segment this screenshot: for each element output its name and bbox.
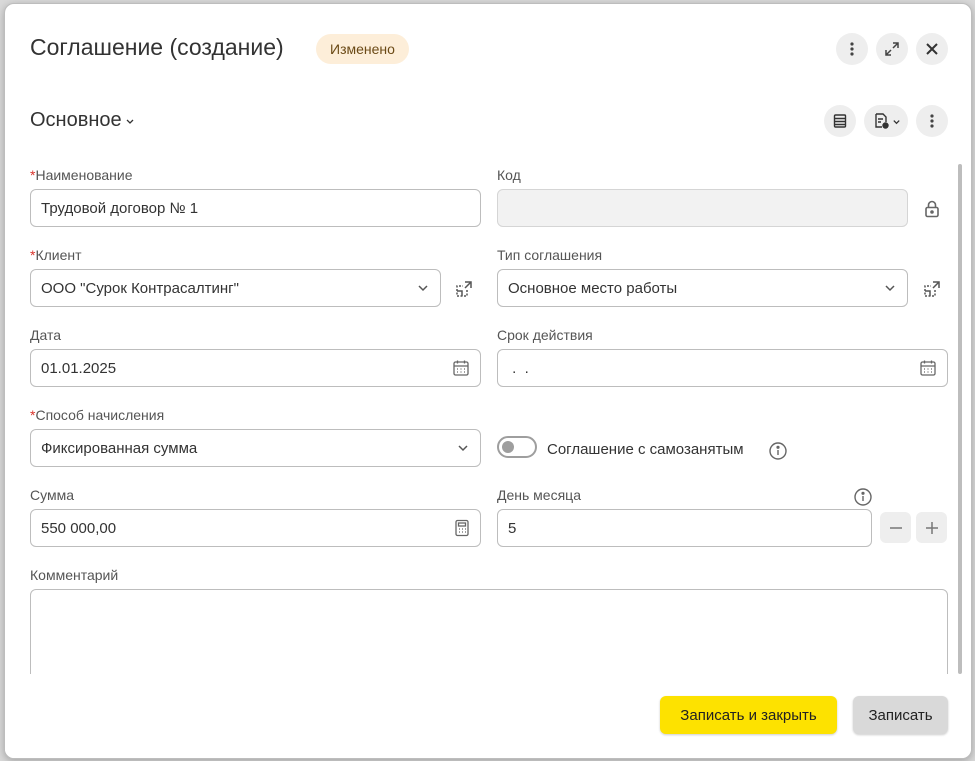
amount-label: Сумма (30, 487, 74, 503)
open-link-icon (456, 281, 472, 297)
chevron-down-icon (126, 119, 134, 124)
agreement-type-value: Основное место работы (508, 279, 678, 297)
save-and-close-button[interactable]: Записать и закрыть (660, 696, 837, 734)
date-input[interactable]: 01.01.2025 (30, 349, 481, 387)
self-employed-info-icon[interactable] (766, 439, 790, 463)
chevron-down-icon (416, 281, 430, 295)
dialog-window: Соглашение (создание) Изменено Основное … (4, 3, 972, 759)
plus-icon (925, 521, 938, 534)
day-of-month-info-icon[interactable] (851, 485, 875, 509)
section-more-button[interactable] (916, 105, 948, 137)
validity-label: Срок действия (497, 327, 593, 343)
report-icon (874, 113, 889, 129)
date-label: Дата (30, 327, 62, 343)
close-button[interactable] (916, 33, 948, 65)
close-icon (926, 43, 938, 55)
list-icon (833, 114, 847, 128)
more-vertical-icon (850, 42, 854, 56)
reports-dropdown-button[interactable] (864, 105, 908, 137)
calendar-icon[interactable] (452, 359, 470, 377)
validity-value: . . (508, 359, 529, 377)
toggle-knob (502, 441, 514, 453)
comment-label: Комментарий (30, 567, 119, 583)
code-field (497, 189, 908, 227)
decrement-button[interactable] (880, 512, 911, 543)
self-employed-toggle[interactable] (497, 436, 537, 458)
expand-icon (885, 42, 899, 56)
date-value: 01.01.2025 (41, 359, 117, 377)
amount-input[interactable]: 550 000,00 (30, 509, 481, 547)
validity-input[interactable]: . . (497, 349, 948, 387)
accrual-method-label: *Способ начисления (30, 407, 165, 423)
agreement-type-select[interactable]: Основное место работы (497, 269, 908, 307)
status-badge: Изменено (316, 34, 409, 64)
section-title: Основное (30, 109, 122, 131)
code-label: Код (497, 167, 521, 183)
day-of-month-input[interactable]: 5 (497, 509, 872, 547)
save-button[interactable]: Записать (853, 696, 948, 734)
lock-icon (920, 197, 944, 221)
chevron-down-icon (892, 119, 900, 124)
minus-icon (889, 526, 902, 529)
list-view-button[interactable] (824, 105, 856, 137)
name-field[interactable]: Трудовой договор № 1 (30, 189, 481, 227)
name-value: Трудовой договор № 1 (41, 199, 199, 217)
scrollbar[interactable] (958, 164, 962, 674)
day-of-month-value: 5 (508, 519, 517, 537)
more-vertical-icon (930, 114, 934, 128)
client-select[interactable]: ООО "Сурок Контрасалтинг" (30, 269, 441, 307)
page-title: Соглашение (создание) (30, 34, 284, 60)
section-dropdown[interactable]: Основное (30, 109, 135, 132)
agreement-type-open-button[interactable] (920, 277, 944, 301)
increment-button[interactable] (916, 512, 947, 543)
day-of-month-label: День месяца (497, 487, 581, 503)
name-label: *Наименование (30, 167, 133, 183)
client-value: ООО "Сурок Контрасалтинг" (41, 279, 239, 297)
calculator-icon[interactable] (454, 519, 470, 537)
self-employed-label: Соглашение с самозанятым (547, 441, 744, 458)
accrual-method-value: Фиксированная сумма (41, 439, 198, 457)
open-link-icon (924, 281, 940, 297)
more-menu-button[interactable] (836, 33, 868, 65)
amount-value: 550 000,00 (41, 519, 117, 537)
expand-button[interactable] (876, 33, 908, 65)
calendar-icon[interactable] (919, 359, 937, 377)
chevron-down-icon (456, 441, 470, 455)
agreement-type-label: Тип соглашения (497, 247, 603, 263)
client-label: *Клиент (30, 247, 82, 263)
accrual-method-select[interactable]: Фиксированная сумма (30, 429, 481, 467)
client-open-button[interactable] (452, 277, 476, 301)
chevron-down-icon (883, 281, 897, 295)
